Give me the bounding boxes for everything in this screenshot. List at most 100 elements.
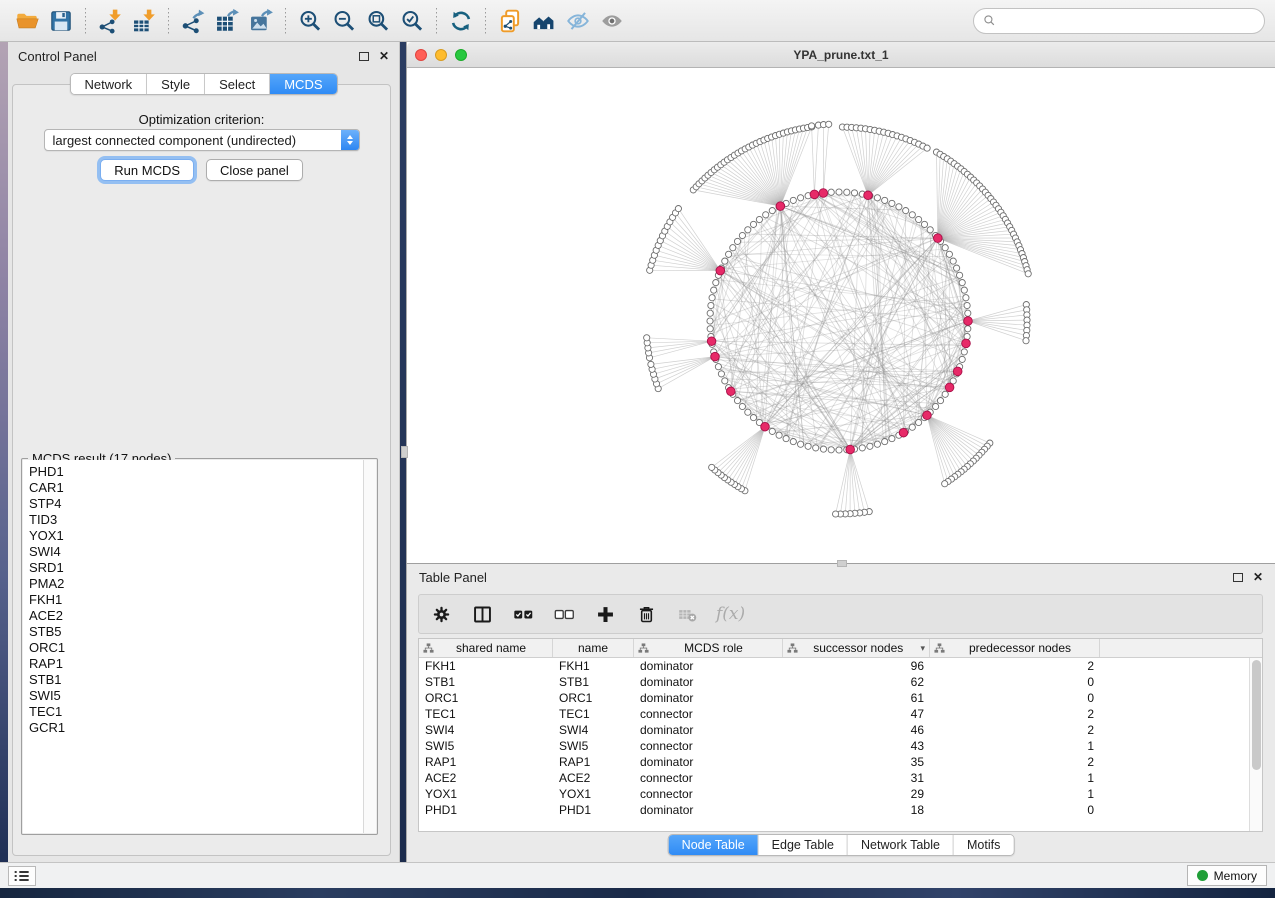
tab-mcds[interactable]: MCDS: [270, 74, 336, 94]
import-network-icon[interactable]: [93, 4, 127, 38]
table-row[interactable]: STB1STB1dominator620: [419, 674, 1262, 690]
float-panel-icon[interactable]: [359, 52, 369, 61]
open-file-icon[interactable]: [10, 4, 44, 38]
selected-criterion-value: largest connected component (undirected): [45, 133, 341, 148]
control-panel: Control Panel ✕ NetworkStyleSelectMCDS O…: [8, 42, 400, 862]
table-tab-network-table[interactable]: Network Table: [848, 835, 954, 855]
mcds-list-scrollbar[interactable]: [363, 460, 376, 833]
tab-network[interactable]: Network: [70, 74, 147, 94]
table-splitter-handle[interactable]: [837, 560, 847, 567]
node-table-body: FKH1FKH1dominator962STB1STB1dominator620…: [419, 658, 1262, 831]
table-cell: STB1: [553, 675, 634, 689]
table-tab-motifs[interactable]: Motifs: [954, 835, 1013, 855]
mcds-result-item[interactable]: STB5: [29, 624, 363, 640]
node-table[interactable]: shared namenameMCDS rolesuccessor nodes▾…: [418, 638, 1263, 832]
zoom-selected-icon[interactable]: [395, 4, 429, 38]
mcds-result-item[interactable]: TEC1: [29, 704, 363, 720]
column-header-MCDS-role[interactable]: MCDS role: [634, 639, 783, 657]
mcds-result-list[interactable]: PHD1CAR1STP4TID3YOX1SWI4SRD1PMA2FKH1ACE2…: [23, 460, 363, 833]
table-row[interactable]: FKH1FKH1dominator962: [419, 658, 1262, 674]
apply-layout-icon[interactable]: [444, 4, 478, 38]
search-input[interactable]: [1001, 14, 1255, 28]
mcds-result-item[interactable]: SRD1: [29, 560, 363, 576]
zoom-fit-icon[interactable]: [361, 4, 395, 38]
network-window-title: YPA_prune.txt_1: [407, 48, 1275, 62]
select-all-columns-icon[interactable]: [511, 602, 535, 626]
network-graph[interactable]: [407, 68, 1275, 563]
tab-select[interactable]: Select: [205, 74, 270, 94]
show-all-icon[interactable]: [595, 4, 629, 38]
table-cell: ACE2: [553, 771, 634, 785]
table-settings-gear-icon[interactable]: [429, 602, 453, 626]
table-row[interactable]: SWI5SWI5connector431: [419, 738, 1262, 754]
table-scrollbar-thumb[interactable]: [1252, 660, 1261, 770]
table-row[interactable]: TEC1TEC1connector472: [419, 706, 1262, 722]
export-table-icon[interactable]: [210, 4, 244, 38]
mcds-result-item[interactable]: YOX1: [29, 528, 363, 544]
mcds-result-item[interactable]: SWI5: [29, 688, 363, 704]
column-header-successor-nodes[interactable]: successor nodes▾: [783, 639, 930, 657]
table-cell: 43: [783, 739, 930, 753]
import-table-icon[interactable]: [127, 4, 161, 38]
zoom-in-icon[interactable]: [293, 4, 327, 38]
first-neighbors-icon[interactable]: [527, 4, 561, 38]
delete-table-icon-disabled: [675, 602, 699, 626]
app-menu-list-icon[interactable]: [8, 866, 36, 886]
control-panel-tabs: NetworkStyleSelectMCDS: [69, 73, 337, 95]
table-row[interactable]: RAP1RAP1dominator352: [419, 754, 1262, 770]
column-header-predecessor-nodes[interactable]: predecessor nodes: [930, 639, 1100, 657]
node-table-rows: FKH1FKH1dominator962STB1STB1dominator620…: [419, 658, 1262, 818]
table-toolbar: f(x): [418, 594, 1263, 634]
table-panel: Table Panel ✕ f(x) shared namenameMCDS: [406, 563, 1275, 862]
run-mcds-button[interactable]: Run MCDS: [100, 159, 194, 181]
mcds-result-item[interactable]: PHD1: [29, 464, 363, 480]
zoom-out-icon[interactable]: [327, 4, 361, 38]
table-row[interactable]: ORC1ORC1dominator610: [419, 690, 1262, 706]
close-panel-icon[interactable]: ✕: [379, 50, 389, 62]
mcds-result-item[interactable]: PMA2: [29, 576, 363, 592]
network-canvas[interactable]: [407, 68, 1275, 563]
close-table-panel-icon[interactable]: ✕: [1253, 571, 1263, 583]
mcds-result-item[interactable]: ACE2: [29, 608, 363, 624]
show-column-panel-icon[interactable]: [470, 602, 494, 626]
table-cell: 2: [930, 707, 1100, 721]
optimization-criterion-select[interactable]: largest connected component (undirected): [44, 129, 360, 151]
panel-splitter-handle[interactable]: [401, 446, 408, 458]
export-network-icon[interactable]: [176, 4, 210, 38]
table-tab-edge-table[interactable]: Edge Table: [759, 835, 848, 855]
export-image-icon[interactable]: [244, 4, 278, 38]
tab-style[interactable]: Style: [147, 74, 205, 94]
table-cell: 46: [783, 723, 930, 737]
mcds-result-item[interactable]: RAP1: [29, 656, 363, 672]
column-header-shared-name[interactable]: shared name: [419, 639, 553, 657]
float-table-panel-icon[interactable]: [1233, 573, 1243, 582]
mcds-result-item[interactable]: SWI4: [29, 544, 363, 560]
unselect-all-columns-icon[interactable]: [552, 602, 576, 626]
search-field[interactable]: [973, 8, 1265, 34]
new-network-from-selection-icon[interactable]: [493, 4, 527, 38]
network-window-titlebar[interactable]: YPA_prune.txt_1: [407, 42, 1275, 68]
memory-button[interactable]: Memory: [1187, 865, 1267, 886]
table-row[interactable]: PHD1PHD1dominator180: [419, 802, 1262, 818]
table-tab-node-table[interactable]: Node Table: [669, 835, 759, 855]
table-row[interactable]: YOX1YOX1connector291: [419, 786, 1262, 802]
mcds-result-item[interactable]: STB1: [29, 672, 363, 688]
memory-button-label: Memory: [1214, 869, 1257, 883]
mcds-result-item[interactable]: FKH1: [29, 592, 363, 608]
table-scrollbar[interactable]: [1249, 658, 1262, 831]
save-session-icon[interactable]: [44, 4, 78, 38]
mcds-result-item[interactable]: TID3: [29, 512, 363, 528]
mcds-result-item[interactable]: CAR1: [29, 480, 363, 496]
table-row[interactable]: ACE2ACE2connector311: [419, 770, 1262, 786]
create-column-plus-icon[interactable]: [593, 602, 617, 626]
hide-selected-icon[interactable]: [561, 4, 595, 38]
close-panel-button[interactable]: Close panel: [206, 159, 303, 181]
mcds-result-item[interactable]: GCR1: [29, 720, 363, 736]
mcds-result-item[interactable]: STP4: [29, 496, 363, 512]
table-row[interactable]: SWI4SWI4dominator462: [419, 722, 1262, 738]
table-cell: 61: [783, 691, 930, 705]
table-cell: TEC1: [553, 707, 634, 721]
column-header-name[interactable]: name: [553, 639, 634, 657]
mcds-result-item[interactable]: ORC1: [29, 640, 363, 656]
delete-column-trash-icon[interactable]: [634, 602, 658, 626]
